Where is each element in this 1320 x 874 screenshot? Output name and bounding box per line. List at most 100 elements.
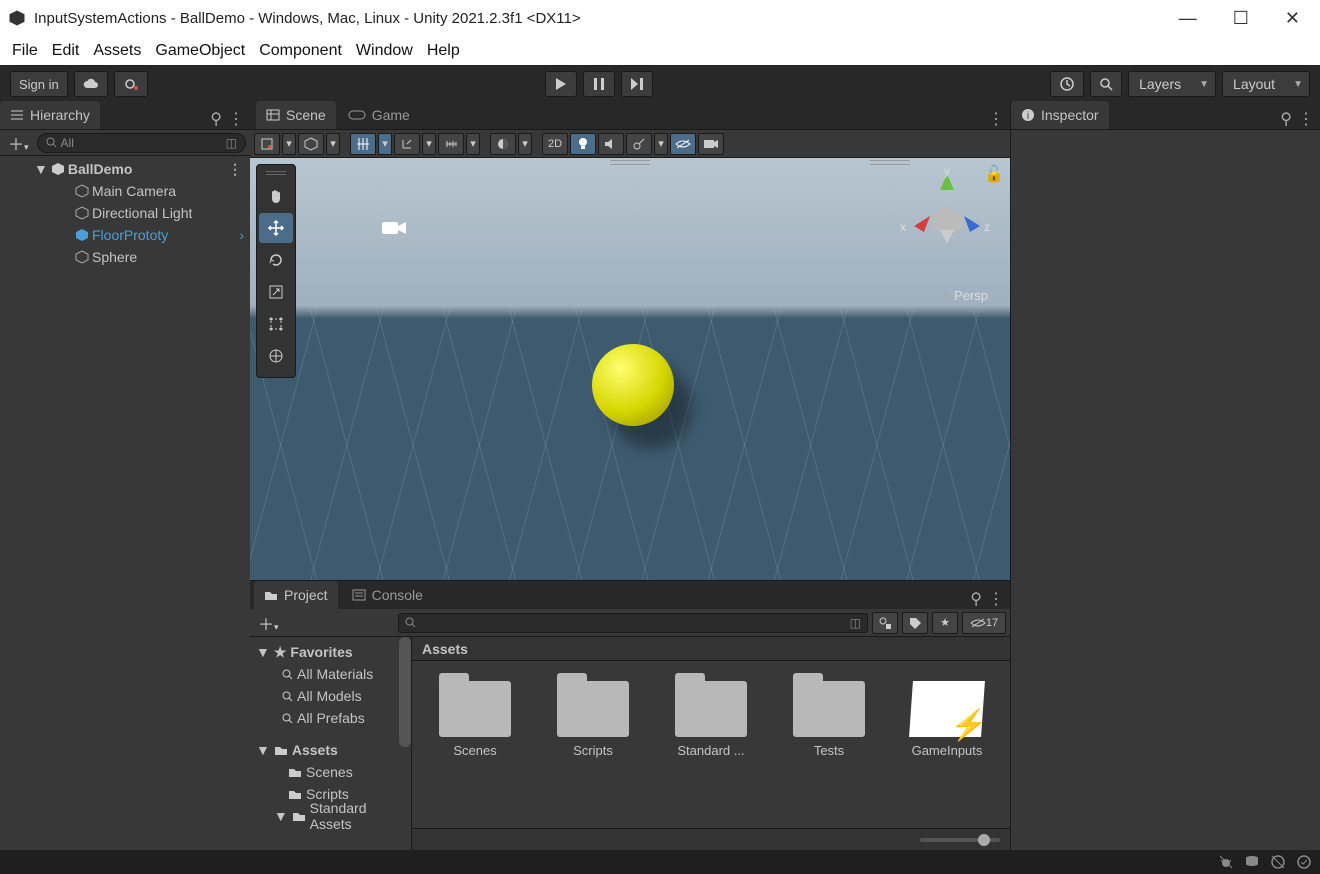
fx-dropdown[interactable]: ▾ — [654, 133, 668, 155]
scene-tab[interactable]: Scene — [256, 101, 336, 129]
history-icon[interactable] — [1050, 71, 1084, 97]
hierarchy-item[interactable]: Main Camera — [0, 180, 250, 202]
favorite-item[interactable]: All Materials — [250, 663, 411, 685]
search-expand-icon[interactable]: ◫ — [226, 136, 237, 150]
menu-file[interactable]: File — [6, 40, 44, 62]
draw-mode-dropdown[interactable]: ▾ — [282, 133, 296, 155]
hand-tool[interactable] — [259, 181, 293, 211]
step-button[interactable] — [621, 71, 653, 97]
assets-header[interactable]: ▼ Assets — [250, 739, 411, 761]
create-button[interactable]: ＋▾ — [4, 131, 33, 155]
cache-icon[interactable] — [1244, 854, 1260, 870]
hierarchy-tab[interactable]: Hierarchy — [0, 101, 100, 129]
hierarchy-item[interactable]: Directional Light — [0, 202, 250, 224]
overlay-handle-icon[interactable] — [870, 160, 910, 165]
asset-item[interactable]: Standard ... — [666, 681, 756, 758]
breadcrumb[interactable]: Assets — [412, 637, 1010, 661]
favorites-header[interactable]: ▼★ Favorites — [250, 641, 411, 663]
orientation-gizmo[interactable]: x y z — [902, 170, 992, 280]
lock-icon[interactable]: ⚲ — [210, 109, 222, 129]
global-search-button[interactable] — [1090, 71, 1122, 97]
console-tab[interactable]: Console — [342, 581, 433, 609]
signin-button[interactable]: Sign in — [10, 71, 68, 97]
cloud-button[interactable] — [74, 71, 108, 97]
project-tab[interactable]: Project — [254, 581, 338, 609]
hierarchy-item[interactable]: Sphere — [0, 246, 250, 268]
menu-edit[interactable]: Edit — [46, 40, 86, 62]
asset-item[interactable]: Scripts — [548, 681, 638, 758]
shading-picker-dropdown[interactable]: ▾ — [518, 133, 532, 155]
asset-item[interactable]: Scenes — [430, 681, 520, 758]
hierarchy-item[interactable]: FloorPrototy › — [0, 224, 250, 246]
maximize-button[interactable]: ☐ — [1233, 8, 1249, 29]
layers-dropdown[interactable]: Layers▼ — [1128, 71, 1216, 97]
filter-by-label-button[interactable] — [902, 612, 928, 634]
shading-picker-button[interactable] — [490, 133, 516, 155]
menu-component[interactable]: Component — [253, 40, 348, 62]
progress-icon[interactable] — [1296, 854, 1312, 870]
camera-button[interactable] — [698, 133, 724, 155]
layout-dropdown[interactable]: Layout▼ — [1222, 71, 1310, 97]
minimize-button[interactable]: — — [1179, 8, 1197, 29]
foldout-icon[interactable]: ▼ — [34, 161, 48, 177]
scene-menu-icon[interactable]: ⋮ — [228, 161, 250, 178]
autorefresh-icon[interactable] — [1270, 854, 1286, 870]
play-button[interactable] — [545, 71, 577, 97]
scale-tool[interactable] — [259, 277, 293, 307]
shading-dropdown[interactable]: ▾ — [326, 133, 340, 155]
panel-menu-icon[interactable]: ⋮ — [988, 109, 1004, 129]
hierarchy-search[interactable]: All ◫ — [37, 133, 246, 153]
inspector-tab[interactable]: i Inspector — [1011, 101, 1109, 129]
scene-row[interactable]: ▼ BallDemo ⋮ — [0, 158, 250, 180]
snap-button[interactable] — [394, 133, 420, 155]
undo-history-button[interactable] — [114, 71, 148, 97]
overlay-handle-icon[interactable] — [610, 160, 650, 165]
visibility-toggle[interactable] — [670, 133, 696, 155]
scene-viewport[interactable]: x y z 🔓 ≡ Persp — [250, 158, 1010, 580]
foldout-icon[interactable]: ▼ — [274, 808, 288, 824]
thumbnail-size-slider[interactable] — [920, 838, 1000, 842]
rotate-tool[interactable] — [259, 245, 293, 275]
panel-menu-icon[interactable]: ⋮ — [1298, 109, 1314, 129]
panel-menu-icon[interactable]: ⋮ — [988, 589, 1004, 609]
tree-item[interactable]: Scenes — [250, 761, 411, 783]
favorite-item[interactable]: All Prefabs — [250, 707, 411, 729]
menu-assets[interactable]: Assets — [87, 40, 147, 62]
menu-help[interactable]: Help — [421, 40, 466, 62]
draw-mode-button[interactable] — [254, 133, 280, 155]
create-asset-button[interactable]: ＋▾ — [254, 611, 283, 635]
pause-button[interactable] — [583, 71, 615, 97]
favorite-item[interactable]: All Models — [250, 685, 411, 707]
shading-mode-button[interactable] — [298, 133, 324, 155]
asset-item[interactable]: Tests — [784, 681, 874, 758]
open-prefab-icon[interactable]: › — [239, 227, 250, 243]
search-expand-icon[interactable]: ◫ — [850, 616, 861, 630]
lock-icon[interactable]: ⚲ — [970, 589, 982, 609]
panel-menu-icon[interactable]: ⋮ — [228, 109, 244, 129]
projection-label[interactable]: ≡ Persp — [943, 288, 988, 303]
rect-tool[interactable] — [259, 309, 293, 339]
asset-item[interactable]: GameInputs — [902, 681, 992, 758]
bug-icon[interactable] — [1218, 854, 1234, 870]
game-tab[interactable]: Game — [338, 101, 420, 129]
menu-window[interactable]: Window — [350, 40, 419, 62]
overlay-drag-handle[interactable] — [266, 171, 286, 175]
audio-toggle[interactable] — [598, 133, 624, 155]
increment-dropdown[interactable]: ▾ — [466, 133, 480, 155]
close-button[interactable]: ✕ — [1285, 8, 1300, 29]
lighting-toggle[interactable] — [570, 133, 596, 155]
hidden-count-button[interactable]: 17 — [962, 612, 1006, 634]
filter-by-type-button[interactable] — [872, 612, 898, 634]
tree-item[interactable]: ▼Standard Assets — [250, 805, 411, 827]
increment-snap-button[interactable] — [438, 133, 464, 155]
move-tool[interactable] — [259, 213, 293, 243]
gizmo-lock-icon[interactable]: 🔓 — [984, 164, 1004, 184]
fx-toggle[interactable] — [626, 133, 652, 155]
scrollbar[interactable] — [399, 637, 411, 747]
grid-button[interactable] — [350, 133, 376, 155]
2d-toggle[interactable]: 2D — [542, 133, 568, 155]
favorite-filter-button[interactable]: ★ — [932, 612, 958, 634]
project-search[interactable]: ◫ — [398, 613, 868, 633]
transform-tool[interactable] — [259, 341, 293, 371]
menu-gameobject[interactable]: GameObject — [149, 40, 251, 62]
